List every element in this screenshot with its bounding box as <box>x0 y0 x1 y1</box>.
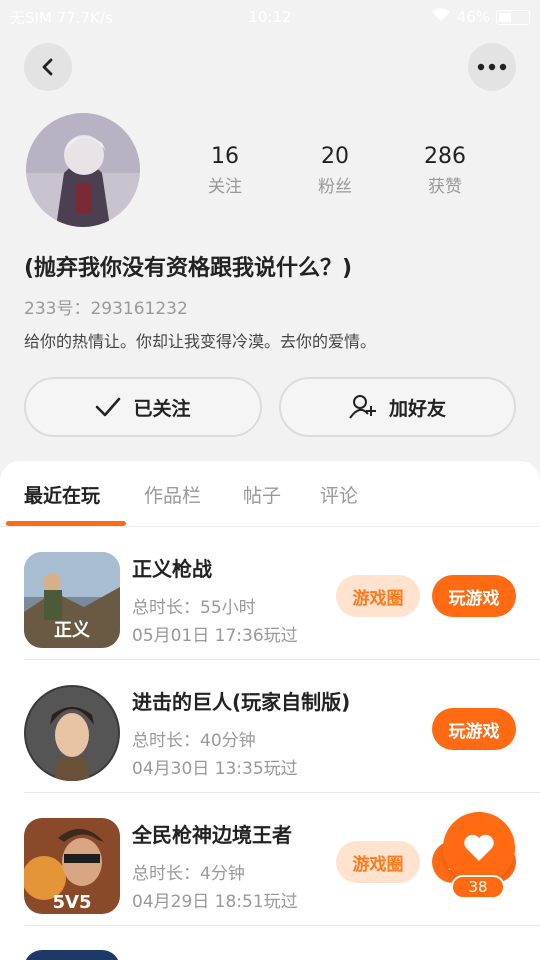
more-button[interactable] <box>468 43 516 91</box>
bio: 给你的热情让。你却让我变得冷漠。去你的爱情。 <box>24 332 377 351</box>
heart-icon <box>464 834 494 861</box>
game-last-played: 04月29日 18:51玩过 <box>132 892 298 912</box>
game-duration: 总时长：55小时 <box>132 598 256 618</box>
followed-button[interactable]: 已关注 <box>24 377 262 437</box>
game-last-played: 04月30日 13:35玩过 <box>132 759 298 779</box>
battery-icon <box>496 9 530 25</box>
tab-posts[interactable]: 帖子 <box>243 481 281 508</box>
followed-label: 已关注 <box>133 397 191 420</box>
list-item[interactable] <box>0 926 540 960</box>
user-id: 233号：293161232 <box>24 294 188 319</box>
likes-stat[interactable]: 286 获赞 <box>390 140 500 200</box>
check-icon <box>96 397 121 417</box>
svg-text:5V5: 5V5 <box>53 892 92 913</box>
svg-text:正义: 正义 <box>54 619 90 641</box>
following-stat[interactable]: 16 关注 <box>170 140 280 200</box>
uid-value: 293161232 <box>90 299 188 319</box>
tab-comments[interactable]: 评论 <box>320 481 358 508</box>
likes-count: 286 <box>424 144 466 169</box>
clock: 10:12 <box>248 8 292 26</box>
game-last-played: 05月01日 17:36玩过 <box>132 626 298 646</box>
game-title: 进击的巨人(玩家自制版) <box>132 690 351 714</box>
tab-recently-played[interactable]: 最近在玩 <box>24 481 100 508</box>
tab-indicator <box>6 521 126 526</box>
avatar[interactable] <box>26 113 140 227</box>
play-game-button[interactable]: 玩游戏 <box>432 708 516 750</box>
fans-stat[interactable]: 20 粉丝 <box>280 140 390 200</box>
fans-label: 粉丝 <box>318 177 352 197</box>
uid-label: 233号： <box>24 299 91 319</box>
game-title: 全民枪神边境王者 <box>132 823 292 847</box>
add-user-icon <box>349 395 376 419</box>
following-label: 关注 <box>208 177 242 197</box>
game-circle-button[interactable]: 游戏圈 <box>336 575 420 617</box>
more-icon <box>477 63 507 71</box>
list-item[interactable]: 正义 正义枪战 总时长：55小时 05月01日 17:36玩过 游戏圈 玩游戏 <box>0 527 540 660</box>
like-count-badge: 38 <box>451 875 505 899</box>
like-fab[interactable] <box>443 812 515 884</box>
game-icon-partial <box>24 950 120 960</box>
game-duration: 总时长：40分钟 <box>132 731 256 751</box>
add-friend-button[interactable]: 加好友 <box>279 377 516 437</box>
chevron-left-icon <box>42 58 53 76</box>
game-circle-button[interactable]: 游戏圈 <box>336 841 420 883</box>
fans-count: 20 <box>321 144 349 169</box>
game-duration: 总时长：4分钟 <box>132 864 245 884</box>
tab-bar: 最近在玩 作品栏 帖子 评论 <box>0 461 540 527</box>
game-icon-attack-on-titan <box>24 685 120 781</box>
list-item[interactable]: 进击的巨人(玩家自制版) 总时长：40分钟 04月30日 13:35玩过 玩游戏 <box>0 660 540 793</box>
status-bar: 无SIM 77.7K/s 10:12 46% <box>0 0 540 34</box>
game-icon-quanmin: 5V5 <box>24 818 120 914</box>
tab-works[interactable]: 作品栏 <box>144 481 201 508</box>
profile-stats: 16 关注 20 粉丝 286 获赞 <box>170 140 500 200</box>
following-count: 16 <box>211 144 239 169</box>
likes-label: 获赞 <box>428 177 462 197</box>
add-friend-label: 加好友 <box>388 397 446 420</box>
back-button[interactable] <box>24 43 72 91</box>
nickname: (抛弃我你没有资格跟我说什么？) <box>24 256 353 281</box>
play-game-button[interactable]: 玩游戏 <box>432 575 516 617</box>
game-title: 正义枪战 <box>132 557 212 581</box>
game-icon-zhengyi: 正义 <box>24 552 120 648</box>
